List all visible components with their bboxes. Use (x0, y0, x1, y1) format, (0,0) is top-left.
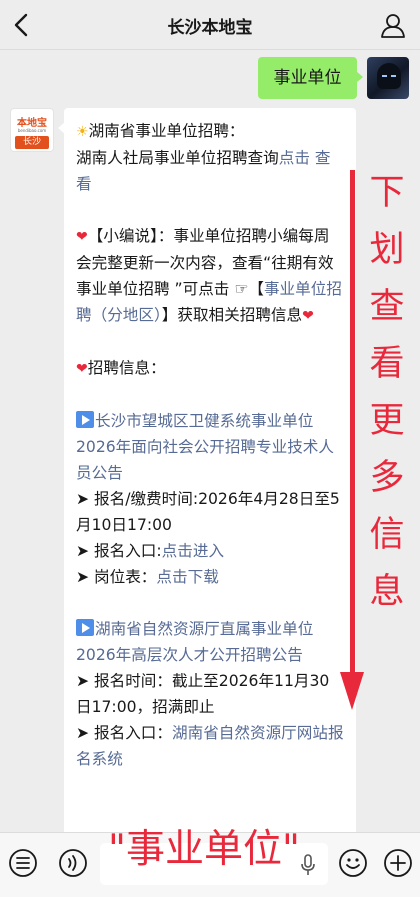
download-link[interactable]: 点击下载 (156, 568, 218, 586)
my-message-text: 事业单位 (273, 68, 342, 88)
scroll-arrow-head (340, 672, 364, 710)
sun-icon: ☀ (76, 124, 89, 140)
bubble-line: ☀湖南省事业单位招聘： (76, 118, 344, 145)
bubble-paragraph: ❤【小编说】：事业单位招聘小编每周会完整更新一次内容，查看“往期有效事业单位招聘… (76, 223, 344, 329)
bubble-line: ➤ 报名入口:点击进入 (76, 538, 344, 564)
heart-icon: ❤ (76, 361, 88, 377)
bubble-text: 】获取相关招聘信息 (161, 306, 303, 324)
bot-avatar[interactable]: 本地宝 bendibao.com 长沙 (10, 108, 54, 152)
scroll-arrow (350, 170, 355, 678)
bot-logo-sub: bendibao.com (17, 128, 47, 133)
job-item-1: 长沙市望城区卫健系统事业单位2026年面向社会公开招聘专业技术人员公告 (76, 408, 344, 486)
enter-link[interactable]: 点击进入 (162, 542, 224, 560)
job-title-link[interactable]: 长沙市望城区卫健系统事业单位2026年面向社会公开招聘专业技术人员公告 (76, 412, 334, 482)
top-bar: 长沙本地宝 (0, 0, 420, 50)
bubble-text: 湖南人社局事业单位招聘查询 (76, 149, 279, 167)
page-title: 长沙本地宝 (167, 18, 253, 38)
bubble-line: ➤ 报名时间：截止至2026年11月30日17:00，招满即止 (76, 672, 330, 716)
bubble-line: ❤招聘信息： (76, 355, 344, 382)
bot-city-tag: 长沙 (15, 136, 49, 149)
chat-area[interactable]: 事业单位 本地宝 bendibao.com 长沙 ☀湖南省事业单位招聘： 湖南人… (0, 50, 420, 832)
scroll-hint-text: 下划查看更多信息 (369, 173, 405, 612)
emoji-icon[interactable] (338, 848, 368, 878)
bubble-text: ➤ 报名入口： (76, 724, 172, 742)
bubble-text: 湖南省事业单位招聘： (88, 122, 245, 140)
profile-icon[interactable] (380, 12, 406, 38)
bracket: 【 (248, 280, 264, 298)
bubble-text: ➤ 报名入口: (76, 542, 162, 560)
job-item-2: 湖南省自然资源厅直属事业单位2026年高层次人才公开招聘公告 (76, 616, 344, 668)
my-avatar[interactable] (367, 57, 409, 99)
avatar-figure (377, 63, 401, 89)
bubble-line: 湖南人社局事业单位招聘查询点击 查看 (76, 145, 344, 197)
job-title-link[interactable]: 湖南省自然资源厅直属事业单位2026年高层次人才公开招聘公告 (76, 620, 313, 664)
play-icon (76, 411, 94, 428)
bubble-line: ➤ 报名/缴费时间:2026年4月28日至5月10日17:00 (76, 490, 340, 534)
check-link[interactable]: 点击 (279, 149, 310, 167)
plus-icon[interactable] (383, 848, 413, 878)
bubble-line: ➤ 报名入口：湖南省自然资源厅网站报名系统 (76, 720, 344, 772)
bubble-line: ➤ 岗位表：点击下载 (76, 564, 344, 590)
bubble-text: 招聘信息： (87, 359, 166, 377)
keyword-hint-text: "事业单位" (108, 827, 300, 872)
my-message-bubble[interactable]: 事业单位 (258, 57, 363, 99)
bot-message-bubble: ☀湖南省事业单位招聘： 湖南人社局事业单位招聘查询点击 查看 ❤【小编说】：事业… (58, 108, 356, 832)
avatar-eye (382, 75, 387, 77)
play-icon (76, 619, 94, 636)
avatar-eye (391, 75, 396, 77)
bubble-text: ➤ 岗位表： (76, 568, 157, 586)
heart-icon: ❤ (302, 308, 314, 324)
bot-logo-text: 本地宝 (17, 118, 47, 129)
hand-icon: ☞ (234, 280, 249, 298)
keyboard-icon[interactable] (8, 848, 38, 878)
heart-icon: ❤ (76, 229, 88, 245)
